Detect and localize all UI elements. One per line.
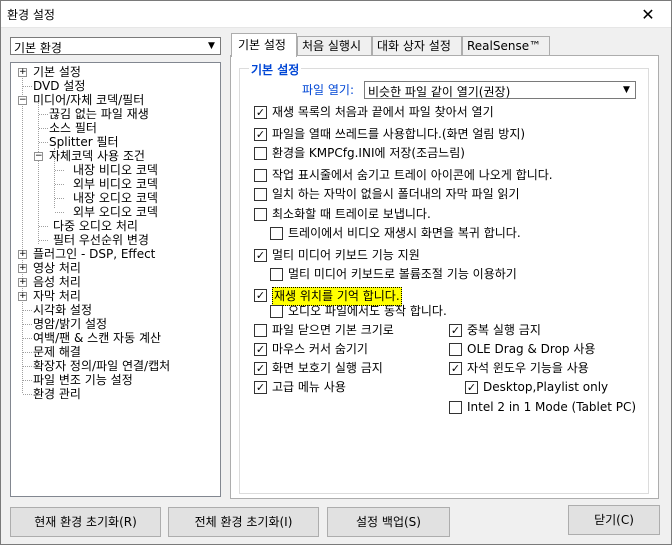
reset-all-button[interactable]: 전체 환경 초기화(I) bbox=[168, 507, 319, 537]
expand-icon[interactable]: + bbox=[18, 292, 27, 301]
expand-icon[interactable]: + bbox=[18, 278, 27, 287]
checkbox: ✓ bbox=[254, 249, 267, 262]
backup-button[interactable]: 설정 백업(S) bbox=[327, 507, 450, 537]
file-open-select[interactable]: 비슷한 파일 같이 열기(권장) ▼ bbox=[364, 81, 636, 99]
checkbox: ✓ bbox=[254, 381, 267, 394]
checkbox: ✓ bbox=[254, 289, 267, 302]
reset-current-button[interactable]: 현재 환경 초기화(R) bbox=[10, 507, 161, 537]
close-icon[interactable]: ✕ bbox=[625, 1, 671, 28]
window-title: 환경 설정 bbox=[7, 8, 55, 22]
settings-tree[interactable]: + 기본 설정 DVD 설정 − 미디어/자체 코덱/필터 끊김 없는 파일 재생 … bbox=[10, 62, 221, 497]
title-bar: 환경 설정 ✕ bbox=[1, 1, 671, 28]
checkbox bbox=[270, 227, 283, 240]
tab-first-run[interactable]: 처음 실행시 bbox=[297, 36, 372, 56]
checkbox: ✓ bbox=[449, 362, 462, 375]
checkbox: ✓ bbox=[465, 381, 478, 394]
expand-icon[interactable]: + bbox=[18, 68, 27, 77]
checkbox bbox=[270, 268, 283, 281]
expand-icon[interactable]: + bbox=[18, 250, 27, 259]
tab-panel: 기본 설정 파일 열기: 비슷한 파일 같이 열기(권장) ▼ ✓ 재생 목록의 … bbox=[230, 55, 659, 499]
checkbox: ✓ bbox=[254, 128, 267, 141]
checkbox bbox=[270, 305, 283, 318]
checkbox: ✓ bbox=[449, 324, 462, 337]
basic-settings-group: 기본 설정 파일 열기: 비슷한 파일 같이 열기(권장) ▼ ✓ 재생 목록의 … bbox=[239, 61, 649, 494]
checkbox bbox=[449, 401, 462, 414]
checkbox bbox=[254, 208, 267, 221]
checkbox bbox=[254, 169, 267, 182]
file-open-label: 파일 열기: bbox=[302, 83, 355, 97]
category-select[interactable]: 기본 환경 ▼ bbox=[10, 37, 221, 55]
category-select-value: 기본 환경 bbox=[14, 41, 62, 55]
checkbox bbox=[254, 188, 267, 201]
file-open-value: 비슷한 파일 같이 열기(권장) bbox=[368, 85, 511, 99]
tab-dialog-settings[interactable]: 대화 상자 설정 bbox=[372, 36, 462, 56]
collapse-icon[interactable]: − bbox=[18, 96, 27, 105]
close-button[interactable]: 닫기(C) bbox=[568, 505, 660, 535]
tab-basic[interactable]: 기본 설정 bbox=[231, 33, 297, 57]
checkbox bbox=[449, 343, 462, 356]
settings-window: 환경 설정 ✕ 기본 환경 ▼ + 기본 설정 DVD 설정 − 미디어/자체 코덱… bbox=[0, 0, 672, 545]
checkbox bbox=[254, 324, 267, 337]
collapse-icon[interactable]: − bbox=[34, 152, 43, 161]
checkbox: ✓ bbox=[254, 343, 267, 356]
chevron-down-icon[interactable]: ▼ bbox=[204, 39, 219, 53]
checkbox: ✓ bbox=[254, 362, 267, 375]
chevron-down-icon[interactable]: ▼ bbox=[619, 83, 634, 97]
group-title: 기본 설정 bbox=[249, 61, 302, 78]
checkbox bbox=[254, 147, 267, 160]
expand-icon[interactable]: + bbox=[18, 264, 27, 273]
tab-realsense[interactable]: RealSense™ bbox=[462, 36, 550, 56]
checkbox: ✓ bbox=[254, 106, 267, 119]
